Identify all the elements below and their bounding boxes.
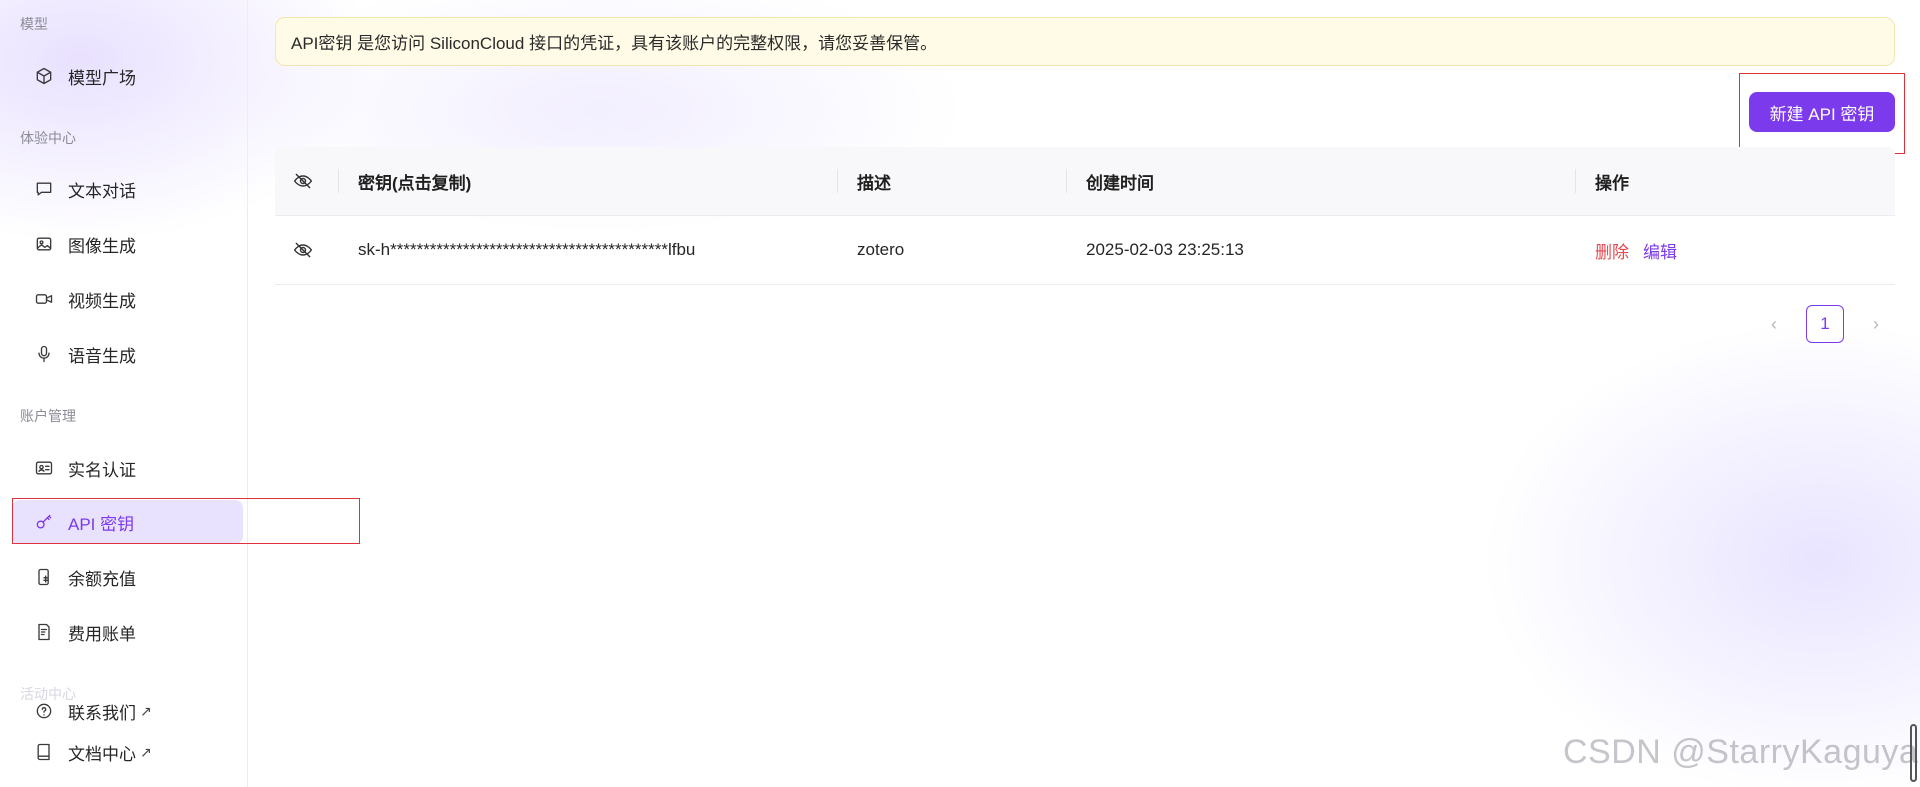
prev-page-button[interactable]: ‹ [1757, 314, 1791, 335]
image-icon [33, 233, 55, 255]
scrollbar-thumb[interactable] [1910, 724, 1917, 782]
help-icon [33, 700, 55, 722]
sidebar-item-label: API 密钥 [68, 514, 135, 534]
sidebar-item-label: 语音生成 [68, 346, 136, 366]
new-api-key-button[interactable]: 新建 API 密钥 [1749, 92, 1895, 132]
sidebar-group-account: 账户管理 [20, 408, 76, 424]
mic-icon [33, 343, 55, 365]
bill-icon [33, 621, 55, 643]
external-link-icon: ↗ [140, 743, 152, 760]
next-page-button[interactable]: › [1859, 314, 1893, 335]
key-icon [33, 511, 55, 533]
edit-link[interactable]: 编辑 [1643, 238, 1677, 263]
watermark: CSDN @StarryKaguya [1563, 733, 1919, 771]
sidebar-group-models: 模型 [20, 16, 48, 32]
sidebar: 模型 模型广场 体验中心 文本对话 图像生成 视频生成 语音生成 账户管理 实名… [0, 0, 248, 787]
sidebar-item-docs[interactable]: 文档中心 ↗ [12, 730, 243, 774]
external-link-icon: ↗ [140, 702, 152, 719]
column-header-description: 描述 [857, 173, 891, 193]
key-created-time: 2025-02-03 23:25:13 [1086, 240, 1244, 259]
column-header-actions: 操作 [1595, 173, 1629, 193]
column-header-key: 密钥(点击复制) [358, 173, 472, 193]
sidebar-item-verification[interactable]: 实名认证 [12, 446, 243, 490]
sidebar-item-text-chat[interactable]: 文本对话 [12, 167, 243, 211]
sidebar-item-voice-gen[interactable]: 语音生成 [12, 332, 243, 376]
sidebar-item-label: 联系我们 [68, 703, 136, 723]
sidebar-item-image-gen[interactable]: 图像生成 [12, 222, 243, 266]
header-divider [338, 169, 339, 193]
sidebar-item-label: 模型广场 [68, 68, 136, 88]
header-divider [837, 169, 838, 193]
toggle-visibility-all-icon[interactable] [293, 147, 313, 215]
sidebar-item-label: 视频生成 [68, 291, 136, 311]
row-actions: 删除 编辑 [1595, 216, 1677, 284]
delete-link[interactable]: 删除 [1595, 238, 1629, 263]
notice-text: API密钥 是您访问 SiliconCloud 接口的凭证，具有该账户的完整权限… [291, 34, 938, 53]
sidebar-item-label: 图像生成 [68, 236, 136, 256]
sidebar-item-video-gen[interactable]: 视频生成 [12, 277, 243, 321]
sidebar-item-contact[interactable]: 联系我们 ↗ [12, 689, 243, 733]
header-divider [1066, 169, 1067, 193]
book-icon [33, 741, 55, 763]
id-card-icon [33, 457, 55, 479]
table-header: 密钥(点击复制) 描述 创建时间 操作 [275, 147, 1895, 216]
pagination: ‹ 1 › [1757, 304, 1893, 344]
api-key-table: 密钥(点击复制) 描述 创建时间 操作 sk-h****************… [275, 147, 1895, 285]
sidebar-item-billing[interactable]: 费用账单 [12, 610, 243, 654]
column-header-created: 创建时间 [1086, 173, 1154, 193]
cube-icon [33, 65, 55, 87]
api-key-value[interactable]: sk-h************************************… [358, 216, 695, 284]
header-divider [1575, 169, 1576, 193]
sidebar-item-recharge[interactable]: 余额充值 [12, 555, 243, 599]
sidebar-item-api-keys[interactable]: API 密钥 [12, 500, 243, 544]
sidebar-item-label: 文档中心 [68, 744, 136, 764]
chat-icon [33, 178, 55, 200]
notice-banner: API密钥 是您访问 SiliconCloud 接口的凭证，具有该账户的完整权限… [275, 17, 1895, 66]
sidebar-item-model-square[interactable]: 模型广场 [12, 54, 243, 98]
sidebar-item-label: 实名认证 [68, 460, 136, 480]
recharge-icon [33, 566, 55, 588]
table-row: sk-h************************************… [275, 216, 1895, 285]
page-number-button[interactable]: 1 [1806, 305, 1844, 343]
sidebar-item-label: 费用账单 [68, 624, 136, 644]
toggle-key-visibility-icon[interactable] [293, 216, 313, 284]
background-glow [0, 0, 1920, 787]
sidebar-item-label: 余额充值 [68, 569, 136, 589]
sidebar-item-label: 文本对话 [68, 181, 136, 201]
video-icon [33, 288, 55, 310]
sidebar-group-experience: 体验中心 [20, 130, 76, 146]
key-description: zotero [857, 240, 905, 259]
